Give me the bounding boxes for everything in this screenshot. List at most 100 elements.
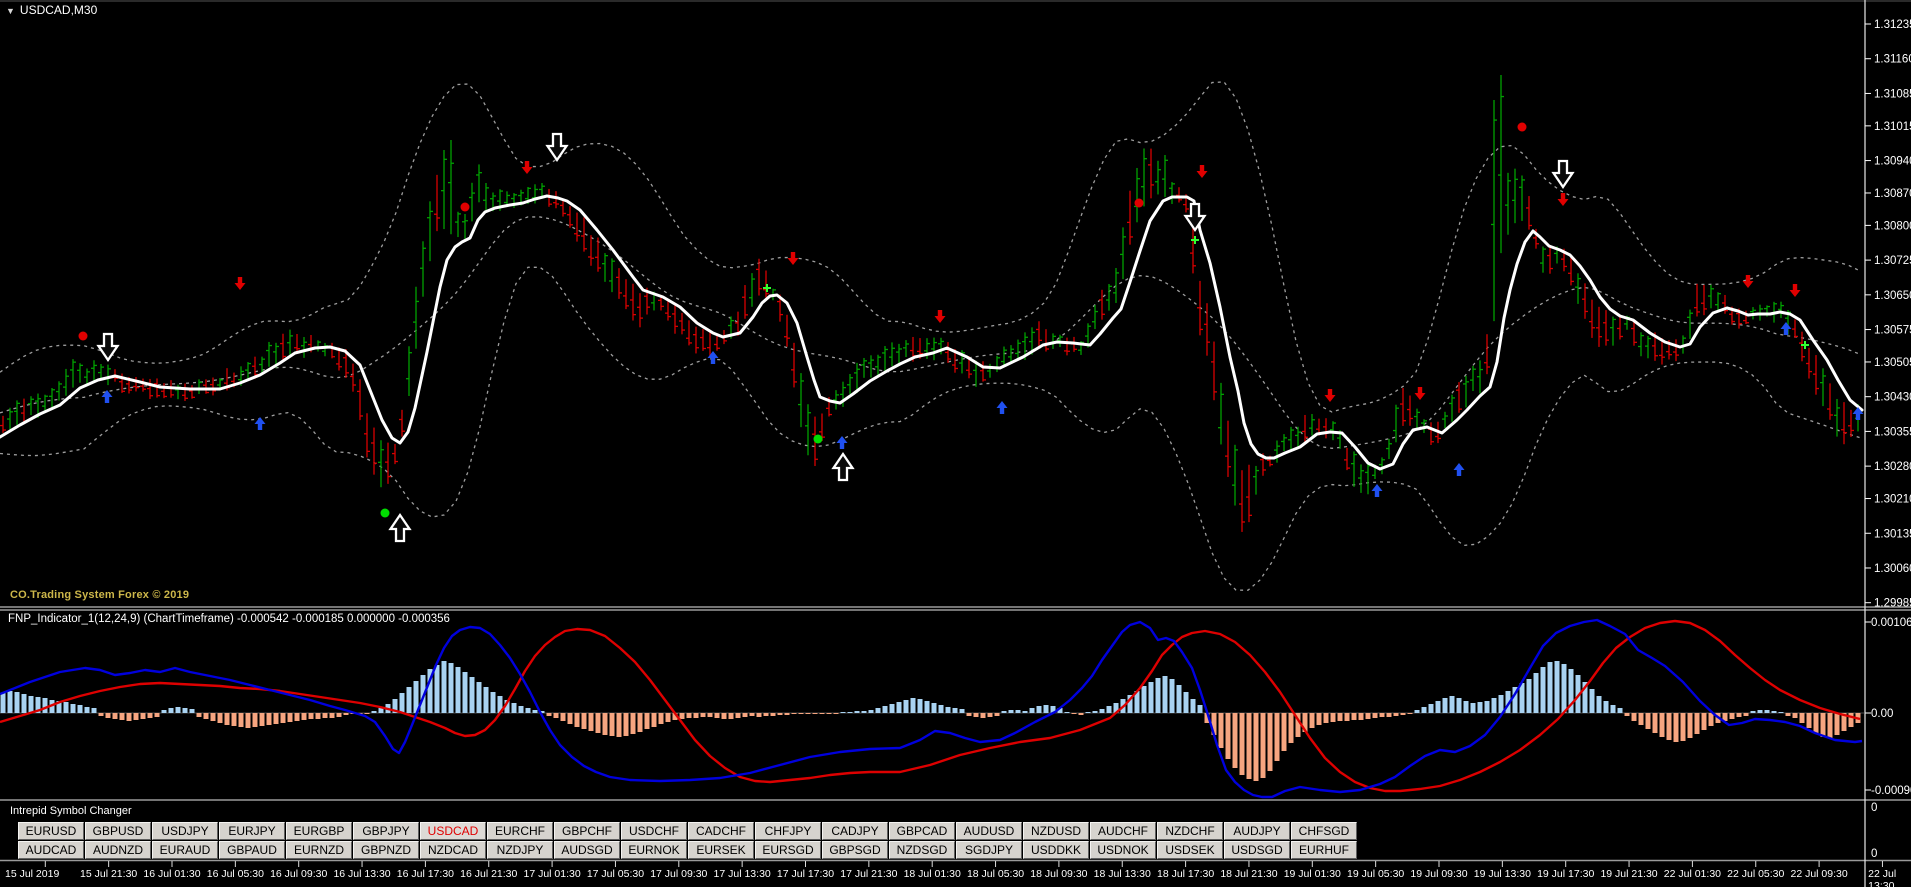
small-red-down-arrow [1196,165,1208,178]
symbol-button-nzdjpy[interactable]: NZDJPY [487,840,553,859]
histogram-bar [868,710,874,713]
symbol-button-eurhuf[interactable]: EURHUF [1291,840,1357,859]
price-axis[interactable]: 1.31235 1.31160 1.31085 1.31015 1.30940 1.308… [1865,19,1911,860]
ohlc-bar [630,283,636,321]
symbol-button-nzdsgd[interactable]: NZDSGD [889,840,955,859]
symbol-button-audjpy[interactable]: AUDJPY [1224,822,1290,840]
symbol-button-eurjpy[interactable]: EURJPY [219,822,285,840]
symbol-button-gbpsgd[interactable]: GBPSGD [822,840,888,859]
symbol-button-gbpaud[interactable]: GBPAUD [219,840,285,859]
histogram-bar [700,713,706,717]
ohlc-bar [1491,100,1497,322]
symbol-button-nzdchf[interactable]: NZDCHF [1157,822,1223,840]
symbol-button-eurchf[interactable]: EURCHF [487,822,553,840]
histogram-bar [1064,712,1070,713]
histogram-bar [896,702,902,713]
histogram-bar [1015,710,1021,713]
symbol-button-audusd[interactable]: AUDUSD [956,822,1022,840]
small-red-down-arrow [1789,284,1801,297]
histogram-bar [658,713,664,724]
symbol-button-usdcad[interactable]: USDCAD [420,822,486,840]
symbol-button-cadjpy[interactable]: CADJPY [822,822,888,840]
histogram-bar [1323,713,1329,723]
symbol-button-gbpchf[interactable]: GBPCHF [554,822,620,840]
symbol-button-usdsgd[interactable]: USDSGD [1224,840,1290,859]
symbol-button-usdjpy[interactable]: USDJPY [152,822,218,840]
histogram-bar [1421,707,1427,713]
main-chart-area[interactable] [0,75,1864,591]
time-axis-label: 22 Jul 01:30 [1663,868,1721,880]
ohlc-bar [301,337,307,358]
symbol-button-nzdcad[interactable]: NZDCAD [420,840,486,859]
symbol-button-euraud[interactable]: EURAUD [152,840,218,859]
ohlc-bar [1358,464,1364,493]
histogram-bar [742,713,748,717]
ohlc-bar [1540,246,1546,273]
ohlc-bar [1246,464,1252,523]
histogram-bar [1407,713,1413,714]
symbol-button-eurgbp[interactable]: EURGBP [286,822,352,840]
histogram-bar [945,707,951,713]
histogram-bar [315,713,321,719]
ohlc-bar [1309,413,1315,436]
histogram-bar [1645,713,1651,729]
histogram-bar [609,713,615,736]
symbol-button-sgdjpy[interactable]: SGDJPY [956,840,1022,859]
histogram-bar [1232,713,1238,768]
ohlc-bar [763,270,769,298]
symbol-button-usdsek[interactable]: USDSEK [1157,840,1223,859]
histogram-bar [637,713,643,732]
histogram-bar [441,661,447,713]
ohlc-bar [1036,321,1042,348]
ohlc-bar [427,201,433,262]
ohlc-bar [1701,284,1707,316]
chart-title-text: USDCAD,M30 [19,3,98,17]
symbol-button-audchf[interactable]: AUDCHF [1090,822,1156,840]
symbol-button-usdnok[interactable]: USDNOK [1090,840,1156,859]
small-red-down-arrow [1324,389,1336,402]
symbol-button-nzdusd[interactable]: NZDUSD [1023,822,1089,840]
symbol-button-eursgd[interactable]: EURSGD [755,840,821,859]
symbol-button-usddkk[interactable]: USDDKK [1023,840,1089,859]
histogram-bar [133,713,139,720]
symbol-button-chfjpy[interactable]: CHFJPY [755,822,821,840]
symbol-button-gbpcad[interactable]: GBPCAD [889,822,955,840]
ohlc-bar [868,355,874,378]
ohlc-bar [1512,168,1518,224]
symbol-button-audnzd[interactable]: AUDNZD [85,840,151,859]
ohlc-bar [1687,309,1693,339]
ohlc-bar [1274,440,1280,463]
symbol-button-eurusd[interactable]: EURUSD [18,822,84,840]
symbol-button-eurnok[interactable]: EURNOK [621,840,687,859]
time-axis-label: 19 Jul 01:30 [1283,868,1341,880]
symbol-button-gbpnzd[interactable]: GBPNZD [353,840,419,859]
symbol-button-audcad[interactable]: AUDCAD [18,840,84,859]
time-axis-label: 17 Jul 09:30 [650,868,708,880]
green-dot-signal [813,434,823,444]
price-axis-label: 1.29985 [1874,598,1911,610]
histogram-bar [756,713,762,717]
symbol-button-audsgd[interactable]: AUDSGD [554,840,620,859]
symbol-button-gbpusd[interactable]: GBPUSD [85,822,151,840]
ohlc-bar [686,320,692,346]
histogram-bar [1008,710,1014,713]
time-axis[interactable]: 15 Jul 2019 15 Jul 21:30 16 Jul 01:30 16 Ju… [0,866,1911,887]
symbol-dropdown-icon[interactable]: ▼ [6,6,15,16]
histogram-bar [329,713,335,718]
symbol-button-usdchf[interactable]: USDCHF [621,822,687,840]
ohlc-bar [63,368,69,396]
ohlc-bar [413,286,419,349]
ohlc-bar [91,360,97,382]
symbol-button-cadchf[interactable]: CADCHF [688,822,754,840]
symbol-button-eurnzd[interactable]: EURNZD [286,840,352,859]
ohlc-bar [595,237,601,272]
histogram-bar [182,708,188,713]
chart-symbol-title[interactable]: ▼ USDCAD,M30 [6,3,97,17]
symbol-button-eursek[interactable]: EURSEK [688,840,754,859]
symbol-button-chfsgd[interactable]: CHFSGD [1291,822,1357,840]
symbol-button-gbpjpy[interactable]: GBPJPY [353,822,419,840]
chart-canvas[interactable]: 1.31235 1.31160 1.31085 1.31015 1.30940 1.308… [0,0,1911,887]
histogram-bar [1176,685,1182,713]
histogram-bar [322,713,328,718]
indicator-panel-area[interactable] [0,618,1864,799]
